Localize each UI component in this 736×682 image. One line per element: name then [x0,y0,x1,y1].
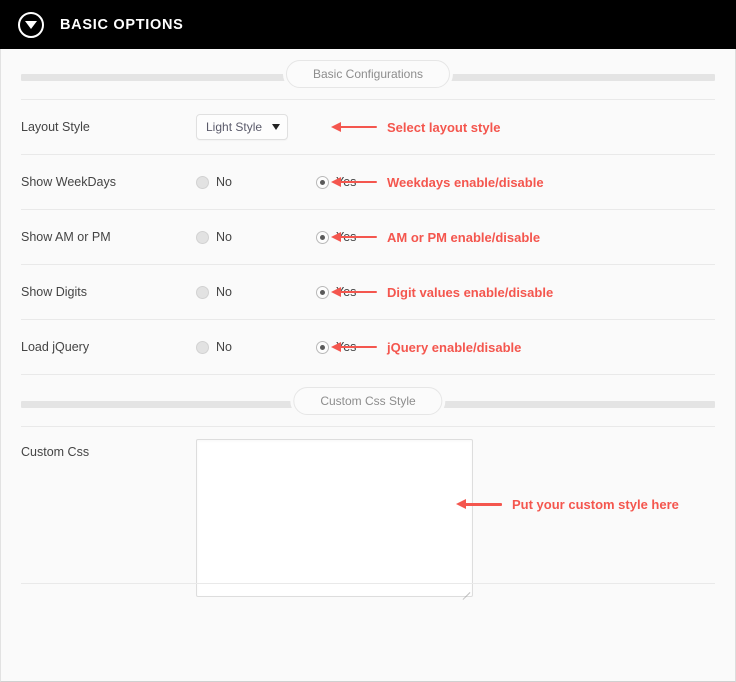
annotation-text: Select layout style [387,119,501,135]
layout-style-select[interactable]: Light Style [196,114,288,140]
radio-show-am-pm-no[interactable]: No [196,230,278,244]
row-show-weekdays: Show WeekDays No Yes [21,154,715,209]
annotation-load-jquery: jQuery enable/disable [331,340,521,355]
annotation-text: Put your custom style here [512,497,679,512]
panel-bottom-divider [21,583,715,584]
annotation-text: AM or PM enable/disable [387,229,541,245]
annotation-text: jQuery enable/disable [387,339,522,355]
radio-unselected-icon[interactable] [196,340,209,354]
label-custom-css: Custom Css [21,445,90,459]
radio-unselected-icon[interactable] [196,285,209,299]
annotation-text: Weekdays enable/disable [387,174,544,190]
radio-label-no: No [216,175,232,189]
radio-selected-icon[interactable] [316,285,329,299]
annotation-show-weekdays: Weekdays enable/disable [331,175,544,190]
chevron-down-icon [272,124,280,130]
arrow-left-icon [331,286,377,297]
row-show-digits: Show Digits No Yes [21,264,715,319]
radio-label-no: No [216,285,232,299]
annotation-show-digits: Digit values enable/disable [331,285,553,300]
radio-load-jquery-no[interactable]: No [196,340,278,354]
arrow-left-icon [331,121,377,132]
layout-style-selected-value: Light Style [206,120,263,134]
arrow-left-icon [331,176,377,187]
label-layout-style: Layout Style [21,120,90,134]
row-show-am-pm: Show AM or PM No Yes [21,209,715,264]
radio-unselected-icon[interactable] [196,175,209,189]
panel-title: BASIC OPTIONS [60,16,184,33]
section-heading-basic-configurations: Basic Configurations [15,49,721,99]
section-title-basic-configurations: Basic Configurations [285,60,451,88]
radio-show-digits-no[interactable]: No [196,285,278,299]
panel-titlebar[interactable]: BASIC OPTIONS [0,0,736,49]
arrow-left-icon [456,499,502,510]
panel-body: Basic Configurations Layout Style Light … [1,49,735,604]
radio-selected-icon[interactable] [316,340,329,354]
arrow-left-icon [331,231,377,242]
section-heading-custom-css-style: Custom Css Style [15,376,721,426]
section-title-custom-css-style: Custom Css Style [293,387,443,415]
radio-label-no: No [216,340,232,354]
annotation-custom-css: Put your custom style here [456,497,679,512]
annotation-text: Digit values enable/disable [387,284,554,300]
annotation-show-am-pm: AM or PM enable/disable [331,230,540,245]
row-layout-style: Layout Style Light Style Select layout s… [21,99,715,154]
chevron-down-circle-icon[interactable] [18,11,44,38]
label-show-weekdays: Show WeekDays [21,175,116,189]
radio-selected-icon[interactable] [316,175,329,189]
radio-show-weekdays-no[interactable]: No [196,175,278,189]
label-load-jquery: Load jQuery [21,340,90,354]
label-show-digits: Show Digits [21,285,87,299]
radio-unselected-icon[interactable] [196,230,209,244]
control-layout-style: Light Style [196,114,288,140]
annotation-layout-style: Select layout style [331,120,500,135]
row-custom-css: Custom Css Put your custom style here [21,426,715,604]
options-list: Layout Style Light Style Select layout s… [21,99,715,376]
custom-css-textarea[interactable] [196,439,473,600]
radio-label-no: No [216,230,232,244]
label-show-am-pm: Show AM or PM [21,230,111,244]
arrow-left-icon [331,341,377,352]
radio-selected-icon[interactable] [316,230,329,244]
resize-handle-icon[interactable] [459,583,471,600]
row-load-jquery: Load jQuery No Yes [21,319,715,374]
basic-options-panel: BASIC OPTIONS Basic Configurations Layou… [0,0,736,682]
chevron-down-glyph [25,21,37,29]
